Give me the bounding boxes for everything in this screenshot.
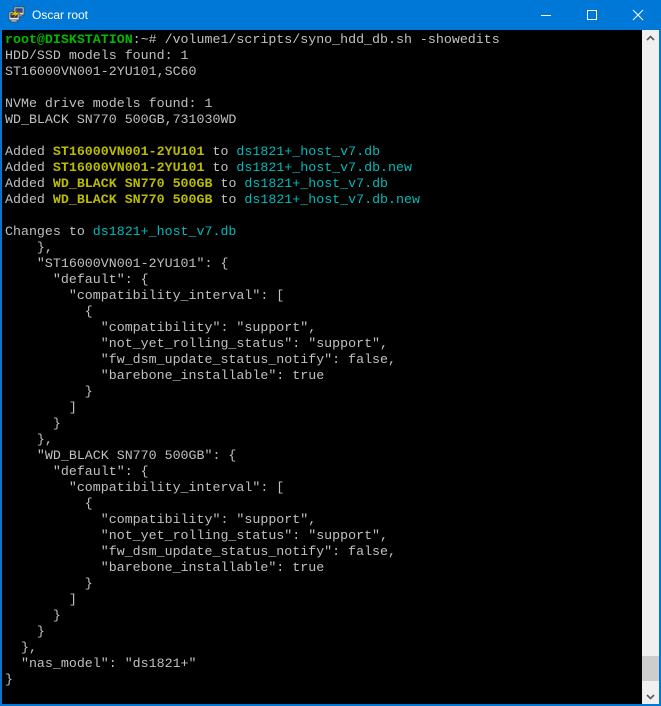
terminal-line	[5, 80, 642, 96]
terminal-output[interactable]: root@DISKSTATION:~# /volume1/scripts/syn…	[2, 30, 642, 704]
terminal-line: "barebone_installable": true	[5, 560, 642, 576]
terminal-line: "compatibility": "support",	[5, 512, 642, 528]
terminal-line: Added WD_BLACK SN770 500GB to ds1821+_ho…	[5, 192, 642, 208]
terminal-line: "compatibility_interval": [	[5, 480, 642, 496]
terminal-line: },	[5, 432, 642, 448]
terminal-line	[5, 208, 642, 224]
window-body: root@DISKSTATION:~# /volume1/scripts/syn…	[2, 30, 659, 704]
terminal-line: }	[5, 608, 642, 624]
close-icon	[632, 9, 644, 21]
titlebar[interactable]: Oscar root	[0, 0, 661, 30]
scroll-down-button[interactable]	[642, 689, 659, 704]
terminal-line: {	[5, 496, 642, 512]
terminal-line: "ST16000VN001-2YU101": {	[5, 256, 642, 272]
scrollbar-thumb[interactable]	[642, 656, 659, 681]
terminal-line: HDD/SSD models found: 1	[5, 48, 642, 64]
scrollbar[interactable]	[642, 30, 659, 704]
maximize-icon	[586, 9, 598, 21]
terminal-line: "compatibility": "support",	[5, 320, 642, 336]
chevron-up-icon	[646, 35, 655, 41]
terminal-line: root@DISKSTATION:~# /volume1/scripts/syn…	[5, 32, 642, 48]
putty-window: Oscar root root@DISKSTATION:~# /volume1/…	[0, 0, 661, 706]
minimize-icon	[540, 9, 552, 21]
close-button[interactable]	[615, 0, 661, 30]
terminal-line: WD_BLACK SN770 500GB,731030WD	[5, 112, 642, 128]
terminal-line: }	[5, 416, 642, 432]
terminal-line: }	[5, 624, 642, 640]
terminal-line: ]	[5, 400, 642, 416]
terminal-line: },	[5, 640, 642, 656]
putty-app-icon[interactable]	[8, 6, 26, 24]
terminal-line: }	[5, 672, 642, 688]
terminal-line: }	[5, 384, 642, 400]
terminal-line: },	[5, 240, 642, 256]
terminal-line: "fw_dsm_update_status_notify": false,	[5, 352, 642, 368]
maximize-button[interactable]	[569, 0, 615, 30]
terminal-line: "compatibility_interval": [	[5, 288, 642, 304]
minimize-button[interactable]	[523, 0, 569, 30]
scroll-up-button[interactable]	[642, 30, 659, 45]
terminal-line: {	[5, 304, 642, 320]
terminal-line: ST16000VN001-2YU101,SC60	[5, 64, 642, 80]
terminal-line: Added ST16000VN001-2YU101 to ds1821+_hos…	[5, 144, 642, 160]
terminal-line: ]	[5, 592, 642, 608]
window-title: Oscar root	[32, 0, 523, 30]
terminal-line: "barebone_installable": true	[5, 368, 642, 384]
terminal-line: "not_yet_rolling_status": "support",	[5, 528, 642, 544]
terminal-line: Changes to ds1821+_host_v7.db	[5, 224, 642, 240]
terminal-line: "WD_BLACK SN770 500GB": {	[5, 448, 642, 464]
terminal-line: "fw_dsm_update_status_notify": false,	[5, 544, 642, 560]
terminal-line	[5, 128, 642, 144]
terminal-line: }	[5, 576, 642, 592]
terminal-line: "nas_model": "ds1821+"	[5, 656, 642, 672]
terminal-line: "default": {	[5, 464, 642, 480]
chevron-down-icon	[646, 694, 655, 700]
terminal-line: "default": {	[5, 272, 642, 288]
terminal-line: NVMe drive models found: 1	[5, 96, 642, 112]
terminal-line: Added ST16000VN001-2YU101 to ds1821+_hos…	[5, 160, 642, 176]
terminal-line: "not_yet_rolling_status": "support",	[5, 336, 642, 352]
terminal-line: Added WD_BLACK SN770 500GB to ds1821+_ho…	[5, 176, 642, 192]
